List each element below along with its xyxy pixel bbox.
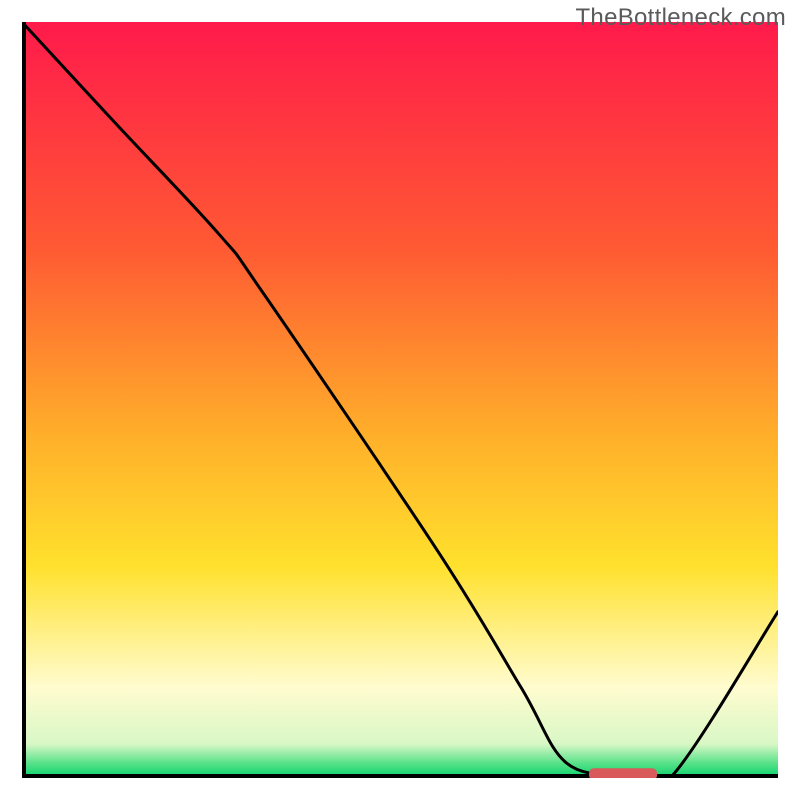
chart-frame: TheBottleneck.com — [0, 0, 800, 800]
gradient-background — [22, 22, 778, 778]
watermark-text: TheBottleneck.com — [575, 4, 786, 32]
bottleneck-chart — [22, 22, 778, 778]
plot-area — [22, 22, 778, 778]
optimal-range-marker — [589, 768, 657, 778]
